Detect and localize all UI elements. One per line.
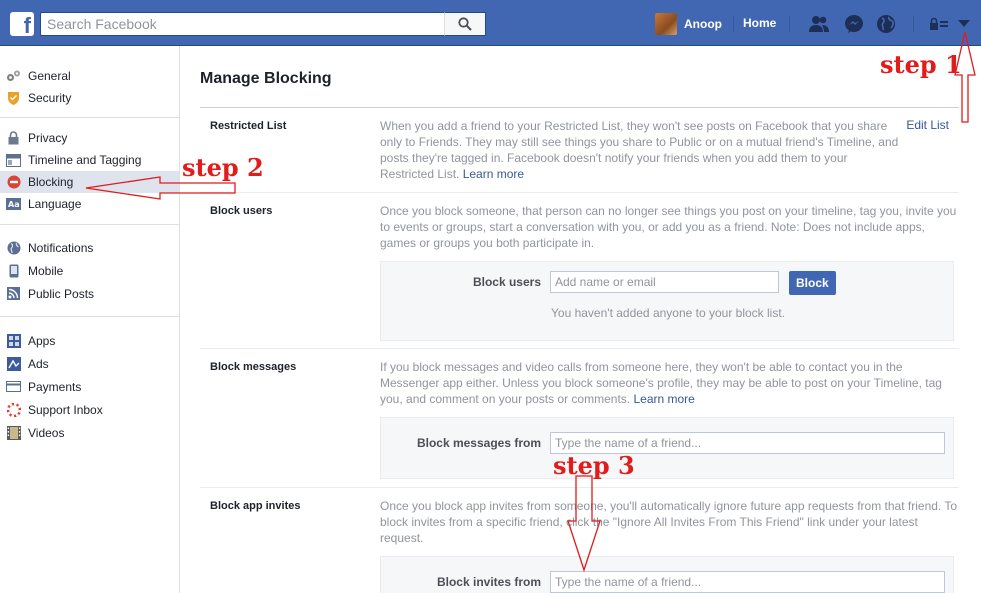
section-label: Block messages [210, 361, 297, 373]
block-users-input[interactable] [550, 271, 779, 293]
film-icon [6, 425, 21, 440]
block-users-form: Block users Block You haven't added anyo… [380, 261, 954, 341]
sidebar-group: Apps Ads Payments Support Inbox Videos [0, 317, 179, 452]
search-input[interactable] [41, 13, 441, 35]
sidebar-item-label: Videos [28, 425, 65, 440]
sidebar-group: General Security [0, 46, 179, 118]
friend-requests-icon[interactable] [808, 13, 830, 35]
section-label: Restricted List [210, 120, 287, 132]
facebook-logo[interactable]: f [10, 12, 34, 36]
avatar [655, 13, 677, 35]
svg-text:Aa: Aa [8, 200, 20, 209]
sidebar-item-label: Privacy [28, 131, 68, 145]
block-app-invites-section: Block app invites Once you block app inv… [200, 488, 959, 593]
sidebar-group: Privacy Timeline and Tagging Blocking Aa… [0, 118, 179, 225]
page-title: Manage Blocking [200, 70, 332, 87]
block-users-section: Block users Once you block someone, that… [200, 193, 959, 349]
section-description: Once you block app invites from someone,… [380, 499, 958, 545]
sidebar-item-label: Apps [28, 333, 56, 348]
messenger-icon[interactable] [843, 13, 865, 35]
mobile-icon [6, 263, 21, 278]
sidebar-item-support-inbox[interactable]: Support Inbox [0, 398, 179, 421]
settings-sidebar: General Security Privacy Timeline and Ta… [0, 46, 180, 593]
step3-label: step 3 [553, 451, 635, 480]
search-box [40, 12, 486, 36]
step2-label: step 2 [182, 153, 264, 182]
step1-label: step 1 [880, 50, 962, 79]
rss-icon [6, 286, 21, 301]
search-icon [458, 17, 472, 31]
learn-more-link[interactable]: Learn more [463, 167, 524, 181]
learn-more-link[interactable]: Learn more [633, 392, 694, 406]
sidebar-item-mobile[interactable]: Mobile [0, 259, 179, 282]
top-bar: f Anoop Home [0, 0, 981, 46]
divider [789, 16, 790, 32]
account-menu-chevron-icon[interactable] [953, 13, 975, 35]
globe-icon [6, 240, 21, 255]
section-label: Block app invites [210, 500, 301, 512]
sidebar-item-notifications[interactable]: Notifications [0, 236, 179, 259]
section-label: Block users [210, 205, 273, 217]
timeline-icon [6, 153, 21, 168]
sidebar-item-label: Mobile [28, 263, 64, 278]
sidebar-item-label: Blocking [28, 175, 74, 189]
sidebar-item-label: Public Posts [28, 286, 95, 301]
blocking-icon [6, 175, 21, 190]
sidebar-item-public-posts[interactable]: Public Posts [0, 282, 179, 305]
payments-icon [6, 379, 21, 394]
gear-icon [6, 69, 21, 84]
sidebar-group: Notifications Mobile Public Posts [0, 225, 179, 317]
block-button[interactable]: Block [789, 271, 836, 295]
sidebar-item-label: Support Inbox [28, 402, 103, 417]
lock-icon [6, 131, 21, 146]
sidebar-item-payments[interactable]: Payments [0, 375, 179, 398]
empty-block-list-text: You haven't added anyone to your block l… [551, 306, 786, 320]
restricted-list-section: Restricted List When you add a friend to… [200, 108, 959, 193]
sidebar-item-label: General [28, 69, 71, 83]
sidebar-item-privacy[interactable]: Privacy [0, 127, 179, 149]
field-label: Block invites from [436, 575, 541, 589]
sidebar-item-apps[interactable]: Apps [0, 329, 179, 352]
sidebar-item-label: Security [28, 91, 72, 105]
sidebar-item-label: Ads [28, 356, 49, 371]
shield-icon [6, 91, 21, 106]
sidebar-item-label: Language [28, 197, 82, 211]
sidebar-item-timeline[interactable]: Timeline and Tagging [0, 149, 179, 171]
sidebar-item-label: Notifications [28, 240, 94, 255]
block-messages-form: Block messages from [380, 417, 954, 479]
lifebuoy-icon [6, 402, 21, 417]
sidebar-item-label: Timeline and Tagging [28, 153, 142, 167]
privacy-shortcuts-icon[interactable] [928, 13, 950, 35]
sidebar-item-language[interactable]: Aa Language [0, 193, 179, 215]
home-link[interactable]: Home [743, 16, 776, 30]
field-label: Block messages from [416, 436, 541, 450]
divider [913, 16, 914, 32]
apps-icon [6, 333, 21, 348]
settings-page: f Anoop Home [0, 0, 981, 593]
sidebar-item-videos[interactable]: Videos [0, 421, 179, 444]
search-button[interactable] [444, 12, 486, 36]
sidebar-item-blocking[interactable]: Blocking [0, 171, 179, 193]
sidebar-item-security[interactable]: Security [0, 87, 179, 109]
section-description: Once you block someone, that person can … [380, 204, 957, 250]
section-description: If you block messages and video calls fr… [380, 360, 942, 406]
sidebar-item-general[interactable]: General [0, 65, 179, 87]
section-description: When you add a friend to your Restricted… [380, 119, 899, 181]
sidebar-item-label: Payments [28, 379, 82, 394]
sidebar-item-ads[interactable]: Ads [0, 352, 179, 375]
block-invites-form: Block invites from [380, 556, 954, 593]
ads-icon [6, 356, 21, 371]
divider [733, 16, 734, 32]
block-invites-input[interactable] [550, 571, 945, 593]
notifications-globe-icon[interactable] [875, 13, 897, 35]
language-icon: Aa [6, 197, 21, 212]
profile-link[interactable]: Anoop [655, 13, 722, 35]
user-name: Anoop [684, 17, 722, 31]
field-label: Block users [472, 275, 541, 289]
edit-list-link[interactable]: Edit List [906, 118, 949, 132]
